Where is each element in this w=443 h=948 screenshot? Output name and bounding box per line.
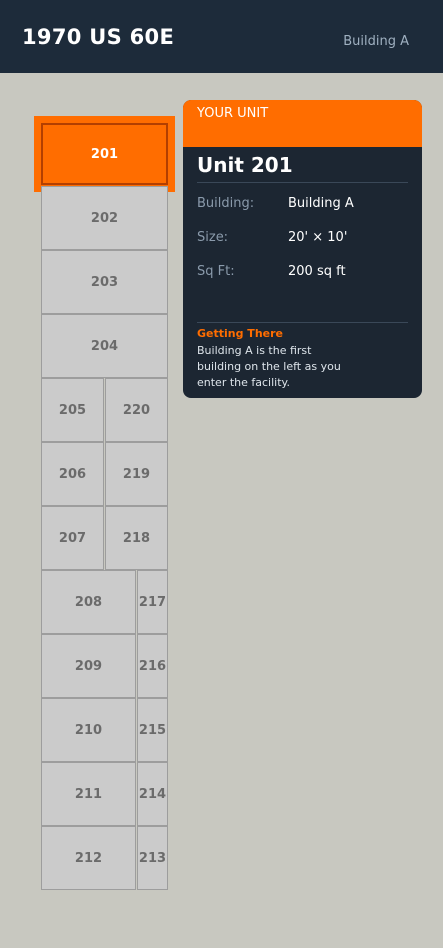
unit-label: 204	[90, 338, 119, 354]
unit-label: 209	[74, 658, 103, 674]
unit-label: 218	[122, 530, 151, 546]
unit-220[interactable]: 220	[105, 378, 168, 442]
unit-label: 207	[58, 530, 87, 546]
unit-info-card: YOUR UNIT Unit 201 Building: Building A …	[183, 100, 422, 398]
divider	[197, 322, 408, 323]
unit-label: 206	[58, 466, 87, 482]
unit-212[interactable]: 212	[41, 826, 136, 890]
unit-label: 217	[138, 594, 167, 610]
unit-208[interactable]: 208	[41, 570, 136, 634]
unit-label: 210	[74, 722, 103, 738]
unit-202[interactable]: 202	[41, 186, 168, 250]
unit-label: 212	[74, 850, 103, 866]
size-value: 20' × 10'	[288, 230, 348, 245]
size-label: Size:	[197, 230, 229, 245]
unit-title: Unit 201	[197, 153, 293, 177]
building-label: Building:	[197, 196, 255, 211]
unit-206[interactable]: 206	[41, 442, 104, 506]
facility-title: 1970 US 60E	[22, 25, 175, 49]
unit-label: 220	[122, 402, 151, 418]
unit-207[interactable]: 207	[41, 506, 104, 570]
unit-label: 219	[122, 466, 151, 482]
unit-label: 202	[90, 210, 119, 226]
unit-215[interactable]: 215	[137, 698, 168, 762]
building-value: Building A	[288, 196, 354, 211]
divider	[197, 182, 408, 183]
unit-label: 203	[90, 274, 119, 290]
unit-217[interactable]: 217	[137, 570, 168, 634]
building-name: Building A	[343, 34, 409, 49]
unit-210[interactable]: 210	[41, 698, 136, 762]
unit-label: 216	[138, 658, 167, 674]
unit-219[interactable]: 219	[105, 442, 168, 506]
app-header: 1970 US 60E Building A	[0, 0, 443, 73]
unit-205[interactable]: 205	[41, 378, 104, 442]
unit-209[interactable]: 209	[41, 634, 136, 698]
unit-label: 214	[138, 786, 167, 802]
unit-204[interactable]: 204	[41, 314, 168, 378]
unit-213[interactable]: 213	[137, 826, 168, 890]
card-caption-bar: YOUR UNIT	[183, 100, 422, 147]
unit-203[interactable]: 203	[41, 250, 168, 314]
unit-label: 215	[138, 722, 167, 738]
unit-214[interactable]: 214	[137, 762, 168, 826]
unit-211[interactable]: 211	[41, 762, 136, 826]
unit-216[interactable]: 216	[137, 634, 168, 698]
unit-218[interactable]: 218	[105, 506, 168, 570]
card-caption: YOUR UNIT	[197, 106, 269, 121]
unit-label: 211	[74, 786, 103, 802]
sqft-value: 200 sq ft	[288, 264, 346, 279]
unit-label: 213	[138, 850, 167, 866]
unit-label: 201	[41, 123, 168, 185]
getting-there-text: Building A is the first building on the …	[197, 344, 341, 389]
unit-label: 205	[58, 402, 87, 418]
unit-label: 208	[74, 594, 103, 610]
unit-201[interactable]: 201	[34, 116, 175, 192]
sqft-label: Sq Ft:	[197, 264, 235, 279]
getting-there-heading: Getting There	[197, 327, 283, 340]
